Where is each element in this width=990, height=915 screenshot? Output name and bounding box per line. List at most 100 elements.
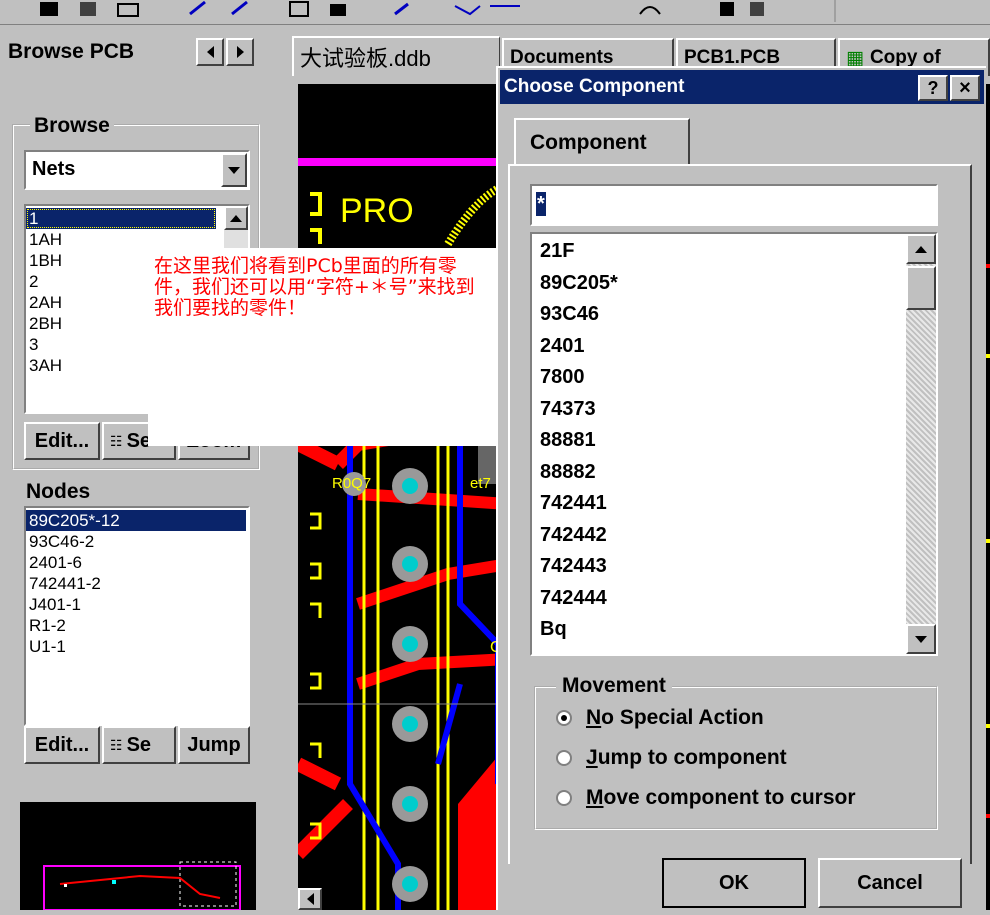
pcb-drawing: PRO R0Q7 et7 G: [298, 158, 508, 910]
component-list-item[interactable]: 93C46: [536, 299, 896, 331]
browse-select[interactable]: Nets: [24, 150, 250, 190]
browse-group-label: Browse: [30, 114, 114, 138]
component-list-item[interactable]: 2401: [536, 331, 896, 363]
net-list-item[interactable]: 1AH: [26, 229, 216, 250]
component-scroll-up[interactable]: [906, 234, 936, 264]
nodes-select-label: Se: [126, 733, 152, 756]
mnemonic: J: [586, 746, 598, 769]
nodes-select-button[interactable]: ☷ Se: [102, 726, 176, 764]
component-list-item[interactable]: 7800: [536, 362, 896, 394]
cancel-button[interactable]: Cancel: [818, 858, 962, 908]
zoom-icon: [330, 4, 346, 16]
close-button[interactable]: ×: [950, 75, 980, 101]
arrow-up-icon: [230, 214, 242, 222]
browse-pcb-panel: Browse PCB Browse Nets 1 1AH 1BH 2 2AH 2BH 3 3A…: [0, 26, 285, 911]
nodes-list[interactable]: 89C205*-12 93C46-2 2401-6 742441-2 J401-1 R1-…: [24, 506, 250, 726]
component-list-item[interactable]: 742444: [536, 583, 896, 615]
pcb-hscroll-left[interactable]: [298, 888, 322, 910]
component-list-item[interactable]: 89C205*: [536, 268, 896, 300]
arrow-right-icon: [236, 46, 244, 58]
nodes-label: Nodes: [26, 480, 91, 503]
movement-option[interactable]: Move component to cursor: [556, 786, 856, 810]
component-list[interactable]: 21F 89C205* 93C46 2401 7800 74373 88881 88882 74…: [530, 232, 938, 656]
grid-icon: [80, 2, 96, 16]
component-list-item[interactable]: 742441: [536, 488, 896, 520]
svg-text:R0Q7: R0Q7: [332, 475, 371, 492]
wire-icon: [394, 2, 409, 16]
board-minimap[interactable]: [20, 802, 256, 911]
tab-component[interactable]: Component: [514, 118, 690, 166]
radio-button[interactable]: [556, 710, 572, 726]
node-list-item[interactable]: J401-1: [26, 594, 246, 615]
node-list-item[interactable]: 89C205*-12: [26, 510, 246, 531]
option-rest: ove component to cursor: [603, 786, 856, 809]
toolbar-icons: [40, 0, 836, 22]
net-list-item[interactable]: 1: [26, 208, 216, 229]
svg-text:PRO: PRO: [340, 192, 414, 230]
component-search-input[interactable]: *: [530, 184, 938, 226]
movement-option-label: Move component to cursor: [586, 786, 856, 810]
component-scroll-down[interactable]: [906, 624, 936, 654]
component-list-scrollbar[interactable]: [906, 234, 936, 654]
rect-icon: [289, 1, 309, 17]
help-button[interactable]: ?: [918, 75, 948, 101]
component-list-item[interactable]: 742443: [536, 551, 896, 583]
annotation-text: 在这里我们将看到PCb里面的所有零件，我们还可以用“字符+＊号”来找到我们要找的…: [154, 255, 475, 319]
radio-button[interactable]: [556, 790, 572, 806]
node-list-item[interactable]: 93C46-2: [26, 531, 246, 552]
print-icon: [117, 3, 139, 17]
component-list-item[interactable]: 88882: [536, 457, 896, 489]
arrow-left-icon: [206, 46, 214, 58]
component-list-item[interactable]: 742442: [536, 520, 896, 552]
arc-icon: [639, 6, 661, 15]
node-list-item[interactable]: U1-1: [26, 636, 246, 657]
movement-label: Movement: [556, 674, 672, 698]
movement-option-label: No Special Action: [586, 706, 764, 730]
arrow-left-icon: [306, 893, 314, 905]
route-icon: [189, 0, 206, 16]
layout-icon: [40, 2, 58, 16]
svg-text:et7: et7: [470, 475, 491, 492]
dialog-title: Choose Component: [504, 76, 685, 97]
route2-icon: [231, 0, 248, 16]
select-icon: ☷: [110, 432, 123, 449]
panel-title: Browse PCB: [8, 40, 135, 63]
toolbar: [0, 0, 990, 25]
component-scroll-thumb[interactable]: [906, 266, 936, 310]
node-list-item[interactable]: 742441-2: [26, 573, 246, 594]
dialog-titlebar[interactable]: Choose Component ? ×: [500, 70, 984, 104]
mnemonic: N: [586, 706, 602, 729]
component-list-item[interactable]: 88881: [536, 425, 896, 457]
browse-select-value: Nets: [32, 158, 76, 180]
choose-component-dialog: Choose Component ? × Component * 21F 89C2…: [496, 66, 986, 910]
movement-option[interactable]: Jump to component: [556, 746, 787, 770]
component-list-item[interactable]: 74373: [536, 394, 896, 426]
nodes-edit-button[interactable]: Edit...: [24, 726, 100, 764]
nets-edit-button[interactable]: Edit...: [24, 422, 100, 460]
hand-icon: [720, 2, 734, 16]
pad-icon: [454, 5, 520, 16]
chevron-down-icon: [228, 166, 240, 174]
nets-scroll-up[interactable]: [224, 206, 248, 230]
nodes-jump-button[interactable]: Jump: [178, 726, 250, 764]
node-list-item[interactable]: 2401-6: [26, 552, 246, 573]
ok-button[interactable]: OK: [662, 858, 806, 908]
arrow-up-icon: [915, 245, 927, 253]
tab-ddb[interactable]: 大试验板.ddb: [292, 36, 500, 76]
annotation-callout: 在这里我们将看到PCb里面的所有零件，我们还可以用“字符+＊号”来找到我们要找的…: [148, 248, 496, 446]
radio-button[interactable]: [556, 750, 572, 766]
component-search-value: *: [536, 192, 546, 216]
pcb-canvas[interactable]: PRO R0Q7 et7 G: [298, 84, 508, 910]
mnemonic: M: [586, 786, 604, 809]
node-list-item[interactable]: R1-2: [26, 615, 246, 636]
panel-next-button[interactable]: [226, 38, 254, 66]
panel-prev-button[interactable]: [196, 38, 224, 66]
component-tab-page: * 21F 89C205* 93C46 2401 7800 74373 88881 88882…: [508, 164, 972, 864]
minimap-drawing: [43, 861, 241, 911]
option-rest: o Special Action: [601, 706, 764, 729]
movement-option[interactable]: No Special Action: [556, 706, 764, 730]
component-list-item[interactable]: Bq: [536, 614, 896, 646]
arrow-down-icon: [915, 635, 927, 643]
browse-select-dropdown-button[interactable]: [221, 153, 247, 187]
component-list-item[interactable]: 21F: [536, 236, 896, 268]
